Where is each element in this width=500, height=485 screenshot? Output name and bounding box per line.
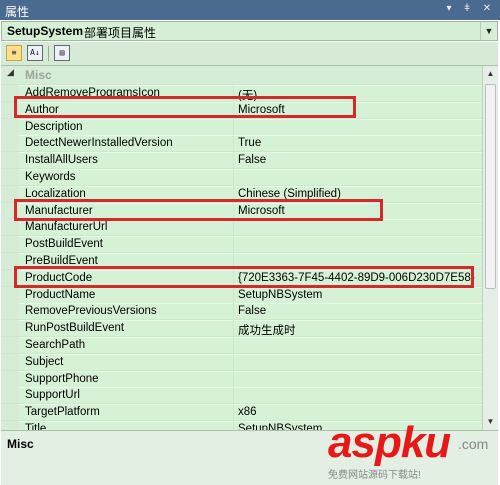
- row-gutter: [1, 303, 19, 320]
- row-gutter: [1, 370, 19, 387]
- dropdown-icon[interactable]: ▾: [442, 2, 456, 16]
- property-row[interactable]: DetectNewerInstalledVersion True: [1, 135, 482, 152]
- property-name[interactable]: ProductName: [19, 286, 233, 303]
- scrollbar-thumb[interactable]: [485, 84, 496, 289]
- watermark-logo: aspku .com 免费网站源码下载站!: [328, 418, 500, 485]
- property-row[interactable]: PostBuildEvent: [1, 236, 482, 253]
- property-value[interactable]: [234, 219, 482, 236]
- property-name[interactable]: Title: [19, 421, 233, 430]
- categorized-icon[interactable]: ≡: [6, 45, 22, 61]
- property-value[interactable]: 成功生成时: [234, 320, 482, 337]
- properties-window: 属性 ▾ ǂ ✕ SetupSystem 部署项目属性 ▼ ≡ A↓ ▤ ◢ M…: [0, 0, 500, 485]
- property-grid: ◢ Misc AddRemoveProgramsIcon (无) Author Mic…: [1, 66, 498, 430]
- property-name[interactable]: Keywords: [19, 169, 233, 185]
- property-value[interactable]: False: [234, 152, 482, 169]
- property-row[interactable]: InstallAllUsers False: [1, 152, 482, 169]
- watermark-suffix: .com: [458, 436, 489, 452]
- title-bar: 属性 ▾ ǂ ✕: [0, 0, 500, 20]
- property-value[interactable]: [234, 169, 482, 185]
- property-name[interactable]: SearchPath: [19, 337, 233, 353]
- description-title: Misc: [7, 437, 34, 451]
- property-value[interactable]: [234, 353, 482, 370]
- row-gutter: [1, 353, 19, 370]
- property-name[interactable]: PostBuildEvent: [19, 236, 233, 253]
- object-name: SetupSystem: [7, 24, 84, 38]
- watermark-tagline: 免费网站源码下载站!: [328, 470, 421, 481]
- row-gutter: [1, 152, 19, 169]
- productcode-highlight-box: [14, 266, 474, 288]
- watermark-brand: aspku: [328, 418, 451, 467]
- property-name[interactable]: Description: [19, 118, 233, 135]
- property-name[interactable]: TargetPlatform: [19, 404, 233, 421]
- row-gutter: [1, 219, 19, 236]
- collapse-icon[interactable]: ◢: [7, 67, 14, 78]
- property-row[interactable]: SearchPath: [1, 337, 482, 353]
- row-gutter: [1, 118, 19, 135]
- property-value[interactable]: [234, 236, 482, 253]
- row-gutter: [1, 169, 19, 185]
- property-name[interactable]: Subject: [19, 353, 233, 370]
- category-header[interactable]: ◢ Misc: [1, 66, 482, 84]
- chevron-down-icon[interactable]: ▼: [480, 22, 497, 40]
- property-value[interactable]: [234, 118, 482, 135]
- property-value[interactable]: [234, 387, 482, 404]
- category-label: Misc: [25, 68, 52, 82]
- property-row[interactable]: ProductName SetupNBSystem: [1, 286, 482, 303]
- property-value[interactable]: SetupNBSystem: [234, 286, 482, 303]
- property-row[interactable]: SupportUrl: [1, 387, 482, 404]
- property-pages-icon[interactable]: ▤: [54, 45, 70, 61]
- vertical-scrollbar[interactable]: ▲ ▼: [482, 66, 498, 430]
- properties-toolbar: ≡ A↓ ▤: [1, 42, 498, 66]
- property-name[interactable]: RunPostBuildEvent: [19, 320, 233, 337]
- row-gutter: [1, 286, 19, 303]
- row-gutter: [1, 320, 19, 337]
- property-row[interactable]: SupportPhone: [1, 370, 482, 387]
- property-row[interactable]: Keywords: [1, 169, 482, 185]
- property-row[interactable]: Subject: [1, 353, 482, 370]
- property-name[interactable]: SupportPhone: [19, 370, 233, 387]
- property-row[interactable]: RunPostBuildEvent 成功生成时: [1, 320, 482, 337]
- row-gutter: [1, 337, 19, 353]
- close-icon[interactable]: ✕: [480, 2, 494, 16]
- property-row[interactable]: Description: [1, 118, 482, 135]
- pin-icon[interactable]: ǂ: [460, 2, 474, 16]
- window-title: 属性: [5, 5, 30, 19]
- row-gutter: [1, 387, 19, 404]
- property-name[interactable]: DetectNewerInstalledVersion: [19, 135, 233, 152]
- row-gutter: [1, 404, 19, 421]
- author-highlight-box: [14, 96, 356, 118]
- row-gutter: [1, 421, 19, 430]
- property-value[interactable]: True: [234, 135, 482, 152]
- manufacturer-highlight-box: [14, 199, 383, 221]
- property-name[interactable]: InstallAllUsers: [19, 152, 233, 169]
- property-value[interactable]: [234, 337, 482, 353]
- property-value[interactable]: [234, 370, 482, 387]
- property-name[interactable]: ManufacturerUrl: [19, 219, 233, 236]
- property-name[interactable]: SupportUrl: [19, 387, 233, 404]
- toolbar-separator: [48, 46, 49, 61]
- alphabetical-icon[interactable]: A↓: [27, 45, 43, 61]
- property-value[interactable]: False: [234, 303, 482, 320]
- property-name[interactable]: RemovePreviousVersions: [19, 303, 233, 320]
- property-row[interactable]: RemovePreviousVersions False: [1, 303, 482, 320]
- object-selector[interactable]: SetupSystem 部署项目属性 ▼: [1, 21, 498, 41]
- scroll-up-icon[interactable]: ▲: [483, 66, 498, 82]
- property-row[interactable]: ManufacturerUrl: [1, 219, 482, 236]
- row-gutter: [1, 236, 19, 253]
- object-type: 部署项目属性: [84, 26, 157, 40]
- row-gutter: [1, 135, 19, 152]
